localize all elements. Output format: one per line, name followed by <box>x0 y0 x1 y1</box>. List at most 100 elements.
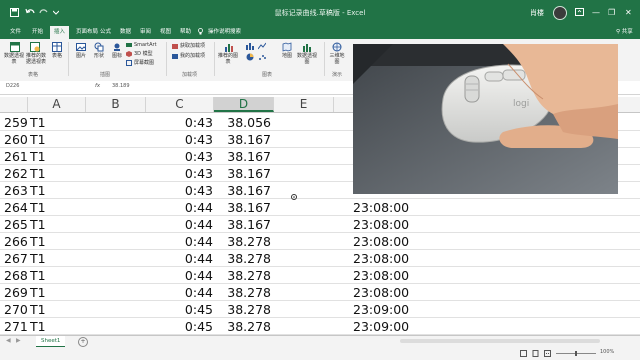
cell-c[interactable]: 0:44 <box>146 199 213 216</box>
column-header-b[interactable]: B <box>86 97 146 112</box>
table-row[interactable]: 264 T1 0:44 38.167 23:08:00 <box>0 199 640 216</box>
tell-me-search[interactable]: 操作说明搜索 <box>204 26 245 39</box>
smartart-button[interactable]: SmartArt <box>134 42 157 48</box>
cell-c[interactable]: 0:45 <box>146 301 213 318</box>
tab-file[interactable]: 文件 <box>6 26 25 39</box>
screenshot-button[interactable]: 屏幕截图 <box>134 60 154 66</box>
cell-a[interactable]: T1 <box>30 199 46 216</box>
cell-a[interactable]: T1 <box>30 233 46 250</box>
cell-f[interactable]: 23:08:00 <box>353 284 409 301</box>
cell-a[interactable]: T1 <box>30 131 46 148</box>
row-number[interactable]: 269 <box>4 284 28 301</box>
3d-model-button[interactable]: 3D 模型 <box>134 51 153 57</box>
row-number[interactable]: 265 <box>4 216 28 233</box>
table-button[interactable]: 表格 <box>50 53 64 59</box>
tab-data[interactable]: 数据 <box>116 26 135 39</box>
avatar[interactable] <box>553 6 567 20</box>
formula-input[interactable]: 38.189 <box>112 83 130 89</box>
cell-d[interactable]: 38.167 <box>216 199 271 216</box>
cell-f[interactable]: 23:09:00 <box>353 318 409 335</box>
table-row[interactable]: 269 T1 0:44 38.278 23:08:00 <box>0 284 640 301</box>
cell-d[interactable]: 38.167 <box>216 165 271 182</box>
recommended-charts-button[interactable]: 推荐的图表 <box>218 53 238 65</box>
3d-map-button[interactable]: 三维地图 <box>328 53 346 65</box>
cell-d[interactable]: 38.167 <box>216 148 271 165</box>
cell-d[interactable]: 38.278 <box>216 301 271 318</box>
row-number[interactable]: 268 <box>4 267 28 284</box>
row-number[interactable]: 262 <box>4 165 28 182</box>
cell-c[interactable]: 0:43 <box>146 148 213 165</box>
select-all-corner[interactable] <box>0 97 28 112</box>
row-number[interactable]: 267 <box>4 250 28 267</box>
row-number[interactable]: 260 <box>4 131 28 148</box>
zoom-slider-thumb[interactable] <box>575 351 577 356</box>
column-header-e[interactable]: E <box>274 97 334 112</box>
cell-d[interactable]: 38.278 <box>216 318 271 335</box>
row-number[interactable]: 271 <box>4 318 28 335</box>
cell-a[interactable]: T1 <box>30 165 46 182</box>
tab-insert[interactable]: 插入 <box>50 26 70 39</box>
cell-d[interactable]: 38.278 <box>216 267 271 284</box>
cell-f[interactable]: 23:08:00 <box>353 216 409 233</box>
page-break-view-icon[interactable] <box>544 350 551 357</box>
scroll-left-icon[interactable]: ◀ <box>6 337 11 344</box>
row-number[interactable]: 264 <box>4 199 28 216</box>
pivot-chart-button[interactable]: 数据透视图 <box>296 53 318 65</box>
recommended-pivot-button[interactable]: 推荐的数据透视表 <box>25 53 47 65</box>
maps-button[interactable]: 地图 <box>280 53 294 59</box>
cell-f[interactable]: 23:09:00 <box>353 301 409 318</box>
table-row[interactable]: 268 T1 0:44 38.278 23:08:00 <box>0 267 640 284</box>
cell-a[interactable]: T1 <box>30 301 46 318</box>
cell-d[interactable]: 38.167 <box>216 131 271 148</box>
tab-help[interactable]: 帮助 <box>176 26 195 39</box>
table-row[interactable]: 266 T1 0:44 38.278 23:08:00 <box>0 233 640 250</box>
tab-home[interactable]: 开始 <box>28 26 47 39</box>
close-button[interactable]: ✕ <box>625 8 632 18</box>
cell-d[interactable]: 38.278 <box>216 233 271 250</box>
table-row[interactable]: 271 T1 0:45 38.278 23:09:00 <box>0 318 640 335</box>
tab-review[interactable]: 审阅 <box>136 26 155 39</box>
cell-f[interactable]: 23:08:00 <box>353 199 409 216</box>
page-layout-view-icon[interactable] <box>532 350 539 357</box>
column-header-c[interactable]: C <box>146 97 214 112</box>
row-number[interactable]: 259 <box>4 114 28 131</box>
cell-a[interactable]: T1 <box>30 250 46 267</box>
cell-c[interactable]: 0:44 <box>146 267 213 284</box>
cell-c[interactable]: 0:44 <box>146 233 213 250</box>
name-box[interactable]: D226 <box>6 83 19 89</box>
cell-a[interactable]: T1 <box>30 267 46 284</box>
table-row[interactable]: 270 T1 0:45 38.278 23:09:00 <box>0 301 640 318</box>
cell-d[interactable]: 38.167 <box>216 182 271 199</box>
pie-chart-icon[interactable] <box>246 53 254 61</box>
fx-icon[interactable]: fx <box>95 83 100 89</box>
ribbon-display-icon[interactable] <box>573 6 585 18</box>
user-name[interactable]: 肖楼 <box>530 8 544 18</box>
restore-button[interactable]: ❐ <box>608 8 615 18</box>
cell-c[interactable]: 0:45 <box>146 318 213 335</box>
pivot-table-button[interactable]: 数据透视表 <box>4 53 24 65</box>
horizontal-scrollbar[interactable] <box>400 339 600 343</box>
cell-a[interactable]: T1 <box>30 284 46 301</box>
line-chart-icon[interactable] <box>258 42 266 50</box>
column-chart-icon[interactable] <box>246 42 254 50</box>
cell-a[interactable]: T1 <box>30 182 46 199</box>
cell-c[interactable]: 0:43 <box>146 182 213 199</box>
cell-c[interactable]: 0:44 <box>146 284 213 301</box>
icons-button[interactable]: 图标 <box>110 53 124 59</box>
row-number[interactable]: 270 <box>4 301 28 318</box>
normal-view-icon[interactable] <box>520 350 527 357</box>
tab-formulas[interactable]: 公式 <box>96 26 115 39</box>
zoom-level[interactable]: 100% <box>600 349 614 355</box>
cell-d[interactable]: 38.278 <box>216 284 271 301</box>
cell-a[interactable]: T1 <box>30 114 46 131</box>
cell-f[interactable]: 23:08:00 <box>353 250 409 267</box>
cell-c[interactable]: 0:43 <box>146 114 213 131</box>
table-row[interactable]: 265 T1 0:44 38.167 23:08:00 <box>0 216 640 233</box>
cell-a[interactable]: T1 <box>30 216 46 233</box>
table-row[interactable]: 267 T1 0:44 38.278 23:08:00 <box>0 250 640 267</box>
minimize-button[interactable]: — <box>592 8 600 18</box>
cell-f[interactable]: 23:08:00 <box>353 233 409 250</box>
shapes-button[interactable]: 形状 <box>92 53 106 59</box>
row-number[interactable]: 261 <box>4 148 28 165</box>
cell-c[interactable]: 0:43 <box>146 131 213 148</box>
